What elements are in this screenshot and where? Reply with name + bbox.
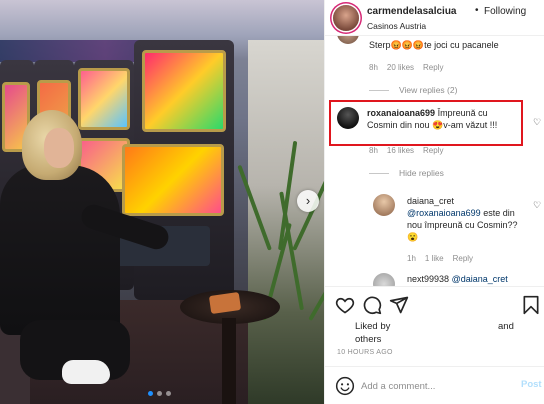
comment-age: 8h xyxy=(369,146,378,155)
comment-likes[interactable]: 20 likes xyxy=(387,63,414,72)
comment-like-heart-icon[interactable]: ♡ xyxy=(533,200,541,211)
comments-list[interactable]: Sterp😡😡😡te joci cu pacanele 8h 20 likes Re… xyxy=(325,36,544,286)
reply-emoji: 😮 xyxy=(407,232,419,242)
side-table-leg xyxy=(222,318,236,404)
smiley-icon[interactable] xyxy=(335,376,355,396)
carousel-dots xyxy=(148,391,171,396)
commenter-avatar[interactable] xyxy=(337,36,359,44)
plant-decoration xyxy=(237,40,324,404)
commenter-avatar[interactable] xyxy=(373,273,395,286)
post-comment-button[interactable]: Post xyxy=(521,379,542,390)
comment-likes[interactable]: 1 like xyxy=(425,254,444,263)
reply-button[interactable]: Reply xyxy=(423,146,443,155)
liked-by-and: and xyxy=(498,321,514,332)
highlighted-comment: roxanaioana699 Împreună cu Cosmin din no… xyxy=(329,100,523,146)
slot-machine-main xyxy=(110,40,234,300)
comment-meta: 1h 1 like Reply xyxy=(407,254,482,263)
comment-text-part-2: Cosmin din nou 😍v-am văzut !!! xyxy=(367,120,498,130)
reply-button[interactable]: Reply xyxy=(423,63,443,72)
carousel-dot xyxy=(166,391,171,396)
comment-meta: 8h 16 likes Reply xyxy=(369,146,452,155)
following-button[interactable]: Following xyxy=(484,6,526,17)
post-actions: Liked by and others 10 HOURS AGO xyxy=(325,286,544,366)
comment-line-1: roxanaioana699 Împreună cu xyxy=(367,108,488,119)
post-timestamp[interactable]: 10 HOURS AGO xyxy=(337,349,393,356)
reply-button[interactable]: Reply xyxy=(453,254,473,263)
post-header: carmendelasalciua • Following Casinos Au… xyxy=(325,0,544,36)
partial-comment: next99938 @daiana_cret xyxy=(407,274,508,285)
paper-plane-icon[interactable] xyxy=(389,295,409,315)
commenter-username[interactable]: daiana_cret xyxy=(407,196,454,207)
mention-link[interactable]: @daiana_cret xyxy=(452,274,508,284)
author-username[interactable]: carmendelasalciua xyxy=(367,6,457,17)
bookmark-icon[interactable] xyxy=(521,295,541,315)
post-photo[interactable]: › xyxy=(0,0,324,404)
commenter-avatar[interactable] xyxy=(337,107,359,129)
heart-icon[interactable] xyxy=(335,295,355,315)
person-body xyxy=(0,165,120,335)
liked-by-label: Liked by xyxy=(355,321,391,332)
liked-by-others[interactable]: others xyxy=(355,334,381,345)
commenter-username[interactable]: roxanaioana699 xyxy=(367,108,435,118)
carousel-dot xyxy=(157,391,162,396)
post-side-panel: carmendelasalciua • Following Casinos Au… xyxy=(324,0,544,404)
reply-text-part: este din xyxy=(480,208,515,218)
comment-bubble-icon[interactable] xyxy=(362,295,382,315)
chevron-right-icon: › xyxy=(305,193,311,208)
comment-likes[interactable]: 16 likes xyxy=(387,146,414,155)
hide-replies-button[interactable]: Hide replies xyxy=(399,168,444,178)
view-replies-button[interactable]: View replies (2) xyxy=(399,85,457,95)
commenter-avatar[interactable] xyxy=(373,194,395,216)
mention-link[interactable]: @roxanaioana699 xyxy=(407,208,481,218)
commenter-username[interactable]: next99938 xyxy=(407,274,449,284)
comment-age: 1h xyxy=(407,254,416,263)
author-avatar[interactable] xyxy=(333,5,359,31)
separator-bullet: • xyxy=(475,5,479,16)
comment-text-part-1: Împreună cu xyxy=(437,108,488,118)
comment-like-heart-icon[interactable]: ♡ xyxy=(533,117,541,128)
comment-meta: 8h 20 likes Reply xyxy=(369,63,452,72)
post-location[interactable]: Casinos Austria xyxy=(367,21,426,31)
comment-age: 8h xyxy=(369,63,378,72)
person-face xyxy=(44,128,74,168)
reply-text-line-2: nou împreună cu Cosmin?? xyxy=(407,220,518,230)
reply-text-line-1: @roxanaioana699 este din xyxy=(407,208,515,219)
replies-divider xyxy=(369,173,389,174)
person-shoe xyxy=(62,360,110,384)
replies-divider xyxy=(369,90,389,91)
comment-text: Sterp😡😡😡te joci cu pacanele xyxy=(369,40,499,50)
carousel-dot xyxy=(148,391,153,396)
add-comment-bar: Post xyxy=(325,366,544,404)
comment-input[interactable] xyxy=(361,377,511,395)
carousel-next-button[interactable]: › xyxy=(297,190,319,212)
